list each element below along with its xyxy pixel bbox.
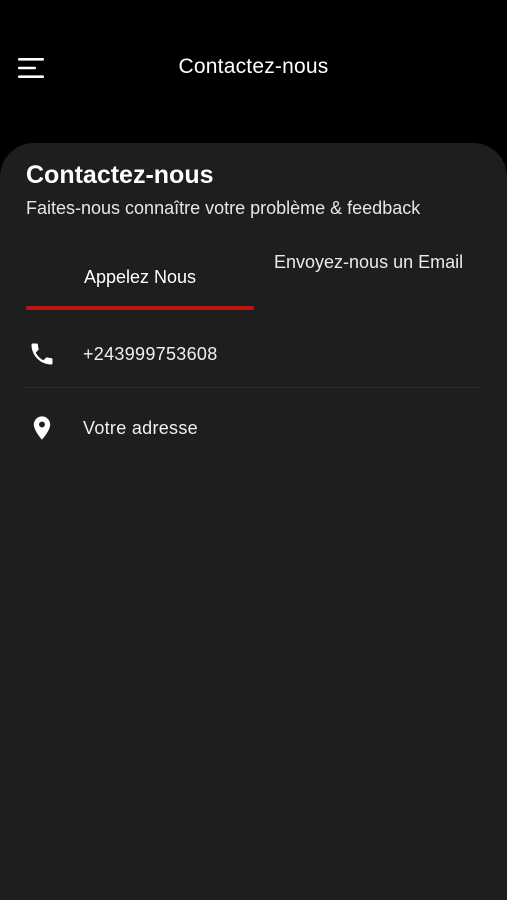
app-bar: Contactez-nous bbox=[0, 0, 507, 140]
app-bar-title: Contactez-nous bbox=[178, 55, 329, 78]
page-title: Contactez-nous bbox=[26, 161, 214, 189]
phone-number: +243999753608 bbox=[83, 343, 218, 364]
location-pin-icon bbox=[26, 412, 58, 444]
tab-call-us[interactable]: Appelez Nous bbox=[26, 243, 254, 311]
tab-indicator bbox=[26, 306, 254, 310]
tab-email-us[interactable]: Envoyez-nous un Email bbox=[274, 243, 481, 311]
address-text: Votre adresse bbox=[83, 417, 198, 438]
phone-icon bbox=[26, 338, 58, 370]
contact-sheet: Contactez-nous Faites-nous connaître vot… bbox=[0, 143, 507, 900]
page-subtitle: Faites-nous connaître votre problème & f… bbox=[26, 198, 421, 218]
contact-tabs: Appelez Nous Envoyez-nous un Email bbox=[26, 243, 481, 313]
address-row[interactable]: Votre adresse bbox=[26, 398, 481, 458]
phone-row[interactable]: +243999753608 bbox=[26, 321, 481, 388]
